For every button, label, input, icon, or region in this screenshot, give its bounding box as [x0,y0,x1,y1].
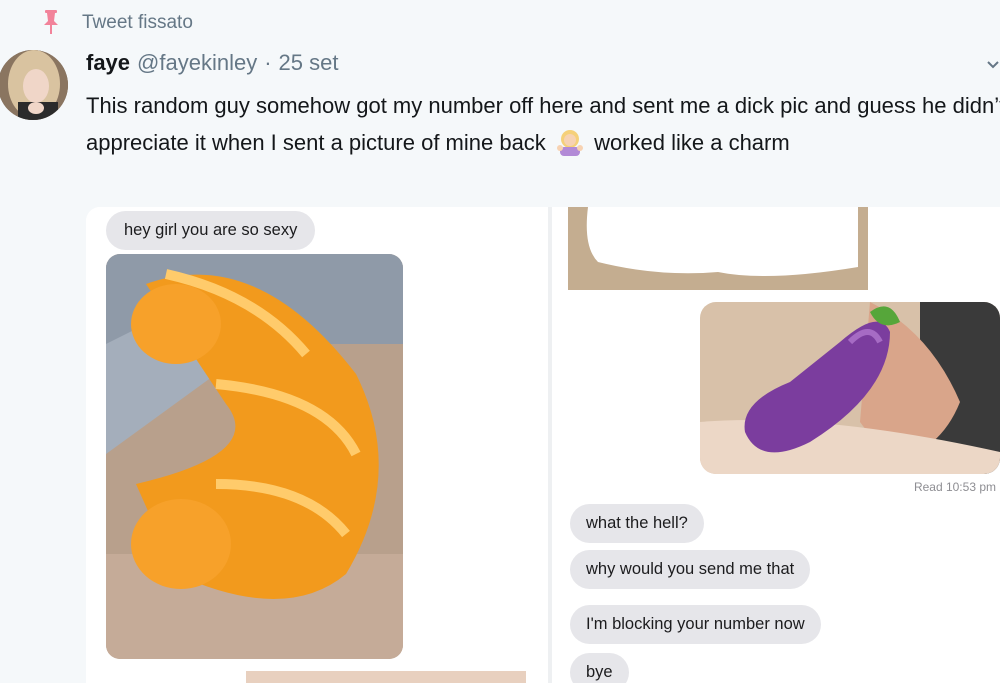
reply-message: bye [570,653,629,683]
reply-message: what the hell? [570,504,704,543]
partial-image [246,671,526,683]
woman-shrugging-emoji-icon [556,128,584,156]
received-message: hey girl you are so sexy [106,211,316,250]
reply-message: why would you send me that [570,550,811,589]
avatar[interactable] [0,50,68,120]
screenshot-right[interactable]: Read 10:53 pm what the hell? why would y… [552,207,1000,683]
pin-icon [40,10,62,36]
reply-message: I'm blocking your number now [570,605,821,644]
tweet-header: faye @fayekinley · 25 set [86,50,338,76]
separator: · [264,50,272,75]
eggplant-photo [700,302,1000,474]
display-name[interactable]: faye [86,50,130,76]
read-receipt: Read 10:53 pm [913,480,996,494]
pinned-label: Tweet fissato [82,12,193,33]
tweet-media[interactable]: hey girl you are so sexy Read 10:53 pm w… [86,207,1000,683]
tweet-text-end: worked like a charm [594,130,790,155]
tweet-text: This random guy somehow got my number of… [86,87,1000,161]
user-handle[interactable]: @fayekinley [137,50,257,76]
croissant-photo [106,254,403,659]
cropped-photo [568,207,868,290]
tweet-text-main: This random guy somehow got my number of… [86,93,1000,155]
tweet-date[interactable]: 25 set [279,50,339,76]
chevron-down-icon[interactable] [986,58,1000,72]
screenshot-left[interactable]: hey girl you are so sexy [86,207,548,683]
pinned-indicator: Tweet fissato [40,10,193,36]
